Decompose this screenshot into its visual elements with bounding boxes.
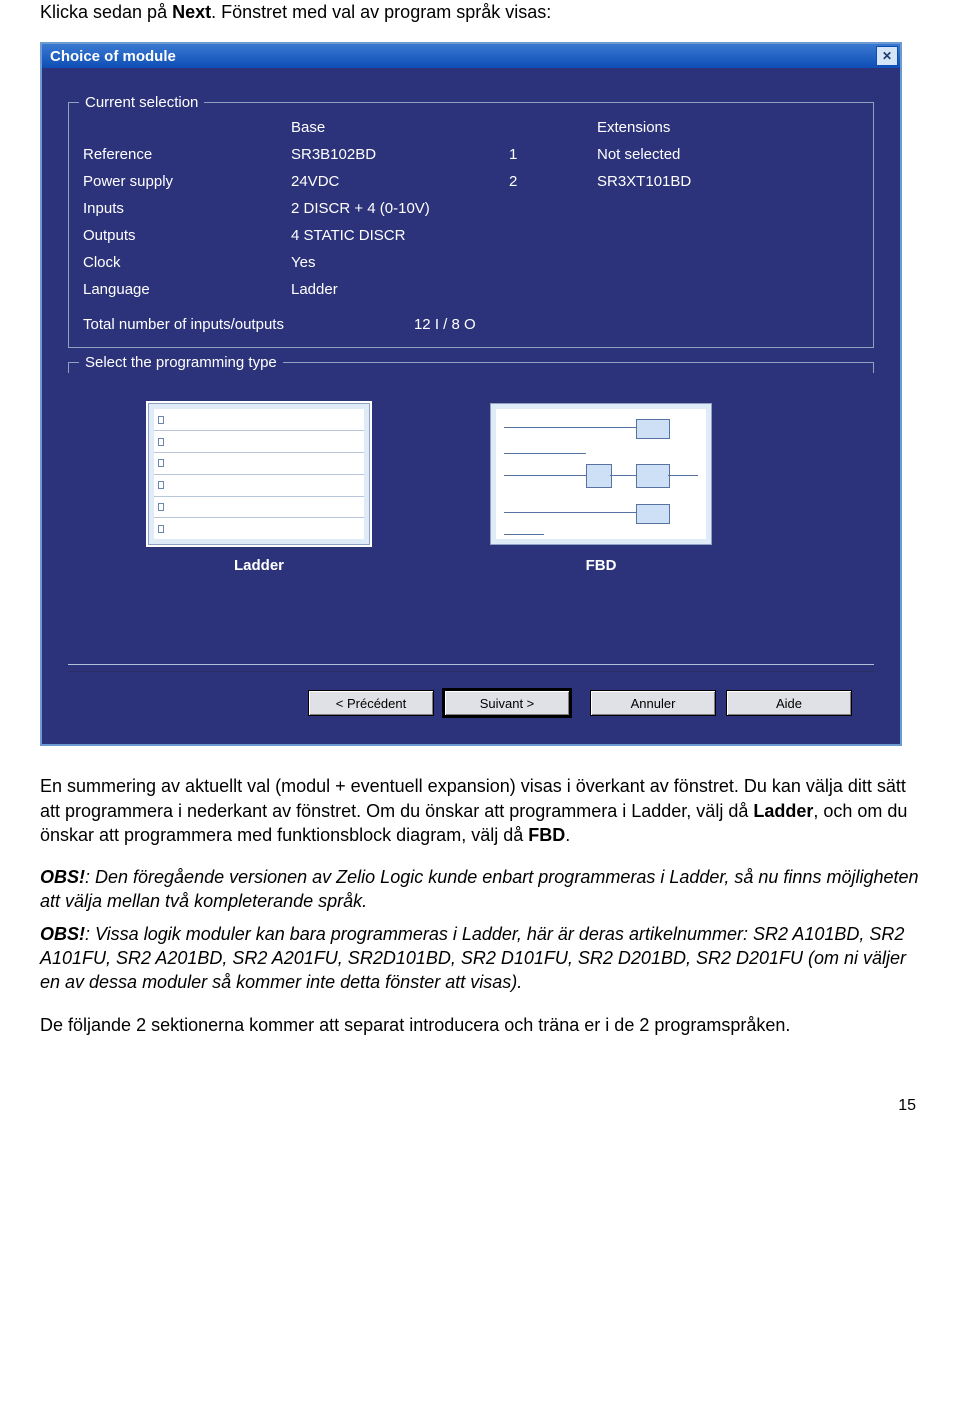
total-io-label: Total number of inputs/outputs: [83, 316, 284, 333]
ladder-label: Ladder: [234, 557, 284, 574]
dialog-window: Choice of module ✕ Current selection Bas…: [40, 42, 902, 746]
base-header: Base: [291, 119, 501, 136]
value-power: 24VDC: [291, 173, 501, 190]
value-inputs: 2 DISCR + 4 (0-10V): [291, 200, 501, 217]
doc-p2: De följande 2 sektionerna kommer att sep…: [40, 1013, 920, 1037]
total-io-value: 12 I / 8 O: [414, 316, 476, 333]
label-clock: Clock: [83, 254, 283, 271]
label-power: Power supply: [83, 173, 283, 190]
ext-val-2: SR3XT101BD: [597, 173, 917, 190]
close-button[interactable]: ✕: [876, 46, 898, 66]
fbd-preview: [496, 409, 706, 539]
current-selection-legend: Current selection: [79, 94, 204, 111]
ladder-preview: [154, 409, 364, 539]
ext-num-1: 1: [509, 146, 589, 163]
dialog-titlebar: Choice of module ✕: [42, 44, 900, 68]
doc-obs2: OBS!: Vissa logik moduler kan bara progr…: [40, 922, 920, 995]
next-button[interactable]: Suivant >: [444, 690, 570, 716]
help-button[interactable]: Aide: [726, 690, 852, 716]
doc-p1: En summering av aktuellt val (modul + ev…: [40, 774, 920, 847]
label-reference: Reference: [83, 146, 283, 163]
value-reference: SR3B102BD: [291, 146, 501, 163]
label-language: Language: [83, 281, 283, 298]
label-inputs: Inputs: [83, 200, 283, 217]
fbd-option[interactable]: [490, 403, 712, 545]
select-type-legend: Select the programming type: [79, 354, 283, 371]
label-outputs: Outputs: [83, 227, 283, 244]
ladder-option[interactable]: [148, 403, 370, 545]
close-icon: ✕: [882, 49, 892, 63]
prev-button[interactable]: < Précédent: [308, 690, 434, 716]
page-number: 15: [40, 1097, 916, 1115]
ext-num-2: 2: [509, 173, 589, 190]
ext-header: Extensions: [597, 119, 917, 136]
cancel-button[interactable]: Annuler: [590, 690, 716, 716]
value-outputs: 4 STATIC DISCR: [291, 227, 501, 244]
doc-obs1: OBS!: Den föregående versionen av Zelio …: [40, 865, 920, 914]
fbd-label: FBD: [586, 557, 617, 574]
ext-val-1: Not selected: [597, 146, 917, 163]
dialog-title: Choice of module: [50, 48, 176, 65]
doc-intro: Klicka sedan på Next. Fönstret med val a…: [40, 0, 920, 24]
value-language: Ladder: [291, 281, 501, 298]
value-clock: Yes: [291, 254, 501, 271]
current-selection-group: Current selection Base Extensions Refere…: [68, 102, 874, 348]
